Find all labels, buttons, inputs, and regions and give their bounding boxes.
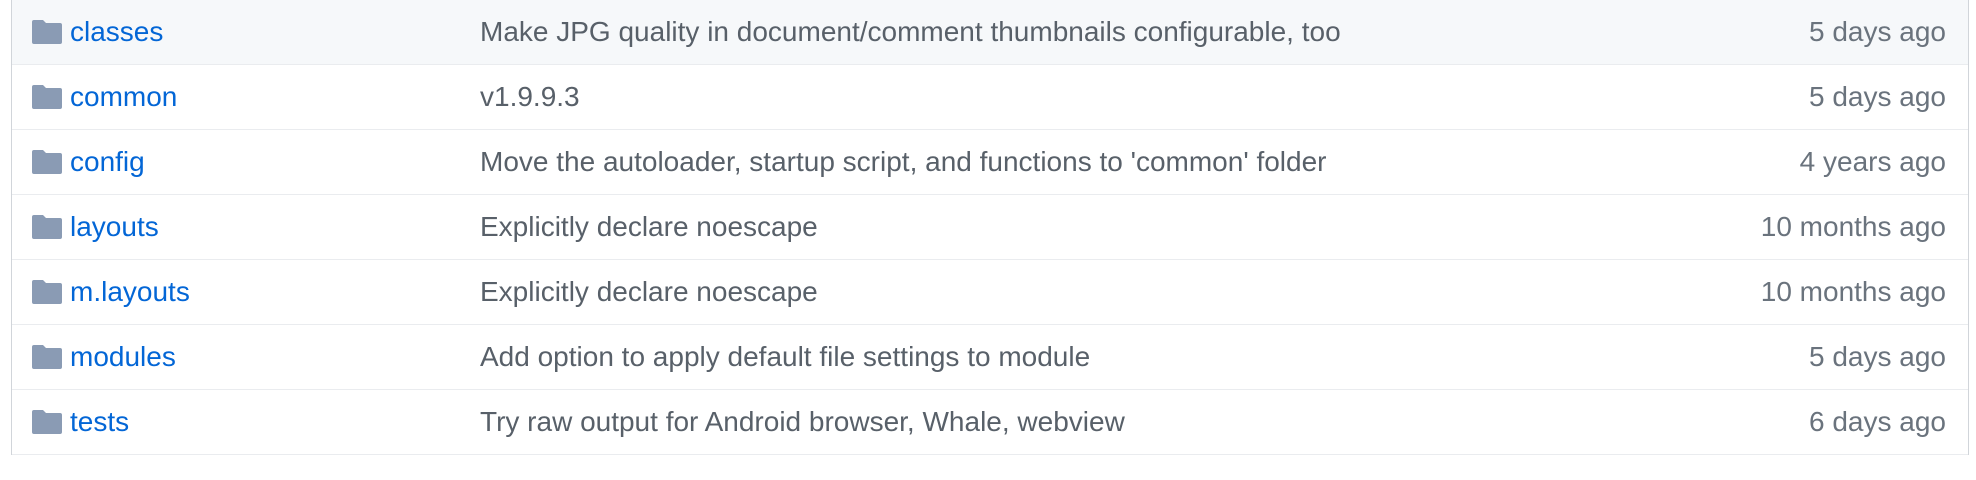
commit-age: 10 months ago	[1760, 276, 1946, 307]
commit-message-link[interactable]: Make JPG quality in document/comment thu…	[480, 16, 1668, 48]
commit-age: 5 days ago	[1809, 81, 1946, 112]
folder-icon	[12, 20, 70, 44]
folder-link[interactable]: config	[70, 146, 480, 178]
commit-message-link[interactable]: v1.9.9.3	[480, 81, 1668, 113]
folder-icon	[12, 215, 70, 239]
commit-message-link[interactable]: Try raw output for Android browser, Whal…	[480, 406, 1668, 438]
commit-age: 4 years ago	[1799, 146, 1946, 177]
commit-message-link[interactable]: Explicitly declare noescape	[480, 211, 1668, 243]
folder-link[interactable]: m.layouts	[70, 276, 480, 308]
file-row[interactable]: layouts Explicitly declare noescape 10 m…	[12, 195, 1968, 260]
commit-age: 5 days ago	[1809, 16, 1946, 47]
file-row[interactable]: modules Add option to apply default file…	[12, 325, 1968, 390]
file-row[interactable]: m.layouts Explicitly declare noescape 10…	[12, 260, 1968, 325]
commit-message-link[interactable]: Explicitly declare noescape	[480, 276, 1668, 308]
commit-age: 5 days ago	[1809, 341, 1946, 372]
file-row[interactable]: config Move the autoloader, startup scri…	[12, 130, 1968, 195]
folder-icon	[12, 280, 70, 304]
folder-link[interactable]: layouts	[70, 211, 480, 243]
file-list: classes Make JPG quality in document/com…	[11, 0, 1969, 455]
folder-icon	[12, 345, 70, 369]
commit-age: 10 months ago	[1760, 211, 1946, 242]
file-row[interactable]: common v1.9.9.3 5 days ago	[12, 65, 1968, 130]
folder-link[interactable]: classes	[70, 16, 480, 48]
file-row[interactable]: classes Make JPG quality in document/com…	[12, 0, 1968, 65]
commit-age: 6 days ago	[1809, 406, 1946, 437]
commit-message-link[interactable]: Add option to apply default file setting…	[480, 341, 1668, 373]
folder-link[interactable]: modules	[70, 341, 480, 373]
commit-message-link[interactable]: Move the autoloader, startup script, and…	[480, 146, 1668, 178]
folder-icon	[12, 85, 70, 109]
folder-icon	[12, 410, 70, 434]
file-row[interactable]: tests Try raw output for Android browser…	[12, 390, 1968, 455]
folder-link[interactable]: common	[70, 81, 480, 113]
folder-link[interactable]: tests	[70, 406, 480, 438]
folder-icon	[12, 150, 70, 174]
